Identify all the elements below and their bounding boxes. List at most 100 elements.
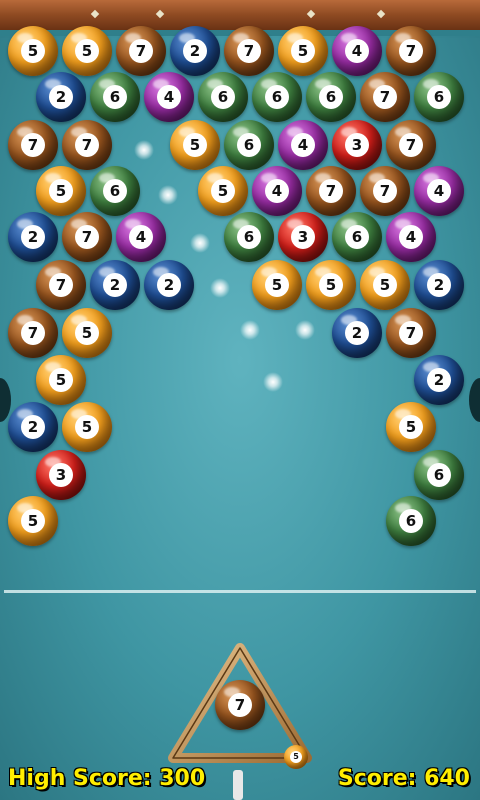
pool-ball: 2 (144, 260, 194, 310)
sparkle-effect (210, 278, 230, 298)
ball-number: 5 (75, 321, 99, 345)
pool-ball: 4 (332, 26, 382, 76)
ball-number: 4 (291, 133, 315, 157)
pool-ball: 5 (278, 26, 328, 76)
ball-number: 7 (21, 321, 45, 345)
sparkle-effect (134, 140, 154, 160)
ball-number: 6 (265, 85, 289, 109)
ball-number: 7 (228, 693, 252, 717)
pool-ball: 7 (8, 120, 58, 170)
pool-ball: 7 (306, 166, 356, 216)
pool-ball: 6 (306, 72, 356, 122)
ball-number: 6 (237, 225, 261, 249)
pool-ball: 6 (252, 72, 302, 122)
pool-ball: 6 (386, 496, 436, 546)
game-board[interactable]: 5572754726466676775643756547742746364722… (0, 0, 480, 800)
score-label: Score: 640 (337, 766, 470, 791)
pool-ball: 5 (36, 355, 86, 405)
pool-ball: 7 (116, 26, 166, 76)
pool-ball: 5 (36, 166, 86, 216)
ball-number: 5 (49, 179, 73, 203)
pool-ball: 5 (386, 402, 436, 452)
pool-ball: 5 (8, 496, 58, 546)
pool-ball: 7 (360, 72, 410, 122)
ball-number: 5 (75, 39, 99, 63)
ball-number: 7 (237, 39, 261, 63)
sparkle-effect (295, 320, 315, 340)
pool-ball: 5 (306, 260, 356, 310)
ball-number: 5 (265, 273, 289, 297)
ball-number: 2 (427, 368, 451, 392)
sparkle-effect (240, 320, 260, 340)
pool-ball: 2 (170, 26, 220, 76)
cue-stick (233, 770, 243, 800)
pool-ball: 4 (252, 166, 302, 216)
rail-diamond-marker (376, 9, 386, 19)
ball-number: 5 (21, 509, 45, 533)
ball-number: 7 (129, 39, 153, 63)
current-shooter-ball[interactable]: 7 (215, 680, 265, 730)
ball-number: 5 (373, 273, 397, 297)
ball-number: 6 (103, 85, 127, 109)
pool-ball: 4 (116, 212, 166, 262)
ball-number: 2 (345, 321, 369, 345)
pool-ball: 4 (144, 72, 194, 122)
pool-ball: 7 (386, 308, 436, 358)
pool-ball: 6 (414, 450, 464, 500)
ball-number: 2 (103, 273, 127, 297)
ball-number: 5 (319, 273, 343, 297)
ball-number: 5 (290, 751, 302, 763)
pool-ball: 5 (360, 260, 410, 310)
pool-ball: 6 (332, 212, 382, 262)
ball-number: 7 (399, 133, 423, 157)
side-pocket-left (0, 378, 11, 422)
pool-ball: 3 (332, 120, 382, 170)
ball-number: 5 (49, 368, 73, 392)
pool-ball: 5 (198, 166, 248, 216)
ball-number: 4 (265, 179, 289, 203)
ball-number: 5 (291, 39, 315, 63)
ball-number: 7 (21, 133, 45, 157)
pool-ball: 7 (386, 120, 436, 170)
pool-ball: 7 (224, 26, 274, 76)
pool-ball: 4 (278, 120, 328, 170)
ball-number: 7 (373, 85, 397, 109)
danger-line (4, 590, 476, 593)
ball-number: 4 (129, 225, 153, 249)
ball-number: 6 (319, 85, 343, 109)
ball-number: 4 (345, 39, 369, 63)
ball-number: 5 (183, 133, 207, 157)
sparkle-effect (263, 372, 283, 392)
high-score-label: High Score: 300 (8, 766, 206, 791)
ball-number: 4 (157, 85, 181, 109)
pool-ball: 6 (224, 120, 274, 170)
pool-ball: 4 (414, 166, 464, 216)
pool-ball: 2 (332, 308, 382, 358)
ball-number: 7 (75, 133, 99, 157)
ball-number: 7 (373, 179, 397, 203)
pool-ball: 3 (36, 450, 86, 500)
ball-number: 7 (319, 179, 343, 203)
pool-ball: 2 (90, 260, 140, 310)
ball-number: 6 (237, 133, 261, 157)
ball-number: 2 (427, 273, 451, 297)
next-ball-preview[interactable]: 5 (284, 745, 308, 769)
pool-ball: 5 (62, 402, 112, 452)
pool-ball: 5 (62, 308, 112, 358)
ball-number: 2 (183, 39, 207, 63)
pool-ball: 6 (224, 212, 274, 262)
ball-number: 7 (399, 39, 423, 63)
ball-number: 3 (345, 133, 369, 157)
pool-ball: 7 (62, 120, 112, 170)
pool-ball: 3 (278, 212, 328, 262)
pool-ball: 2 (8, 212, 58, 262)
ball-number: 4 (427, 179, 451, 203)
pool-ball: 7 (62, 212, 112, 262)
ball-number: 3 (291, 225, 315, 249)
sparkle-effect (190, 233, 210, 253)
ball-number: 2 (157, 273, 181, 297)
ball-number: 7 (49, 273, 73, 297)
ball-number: 3 (49, 463, 73, 487)
pool-ball: 2 (8, 402, 58, 452)
pool-ball: 6 (198, 72, 248, 122)
